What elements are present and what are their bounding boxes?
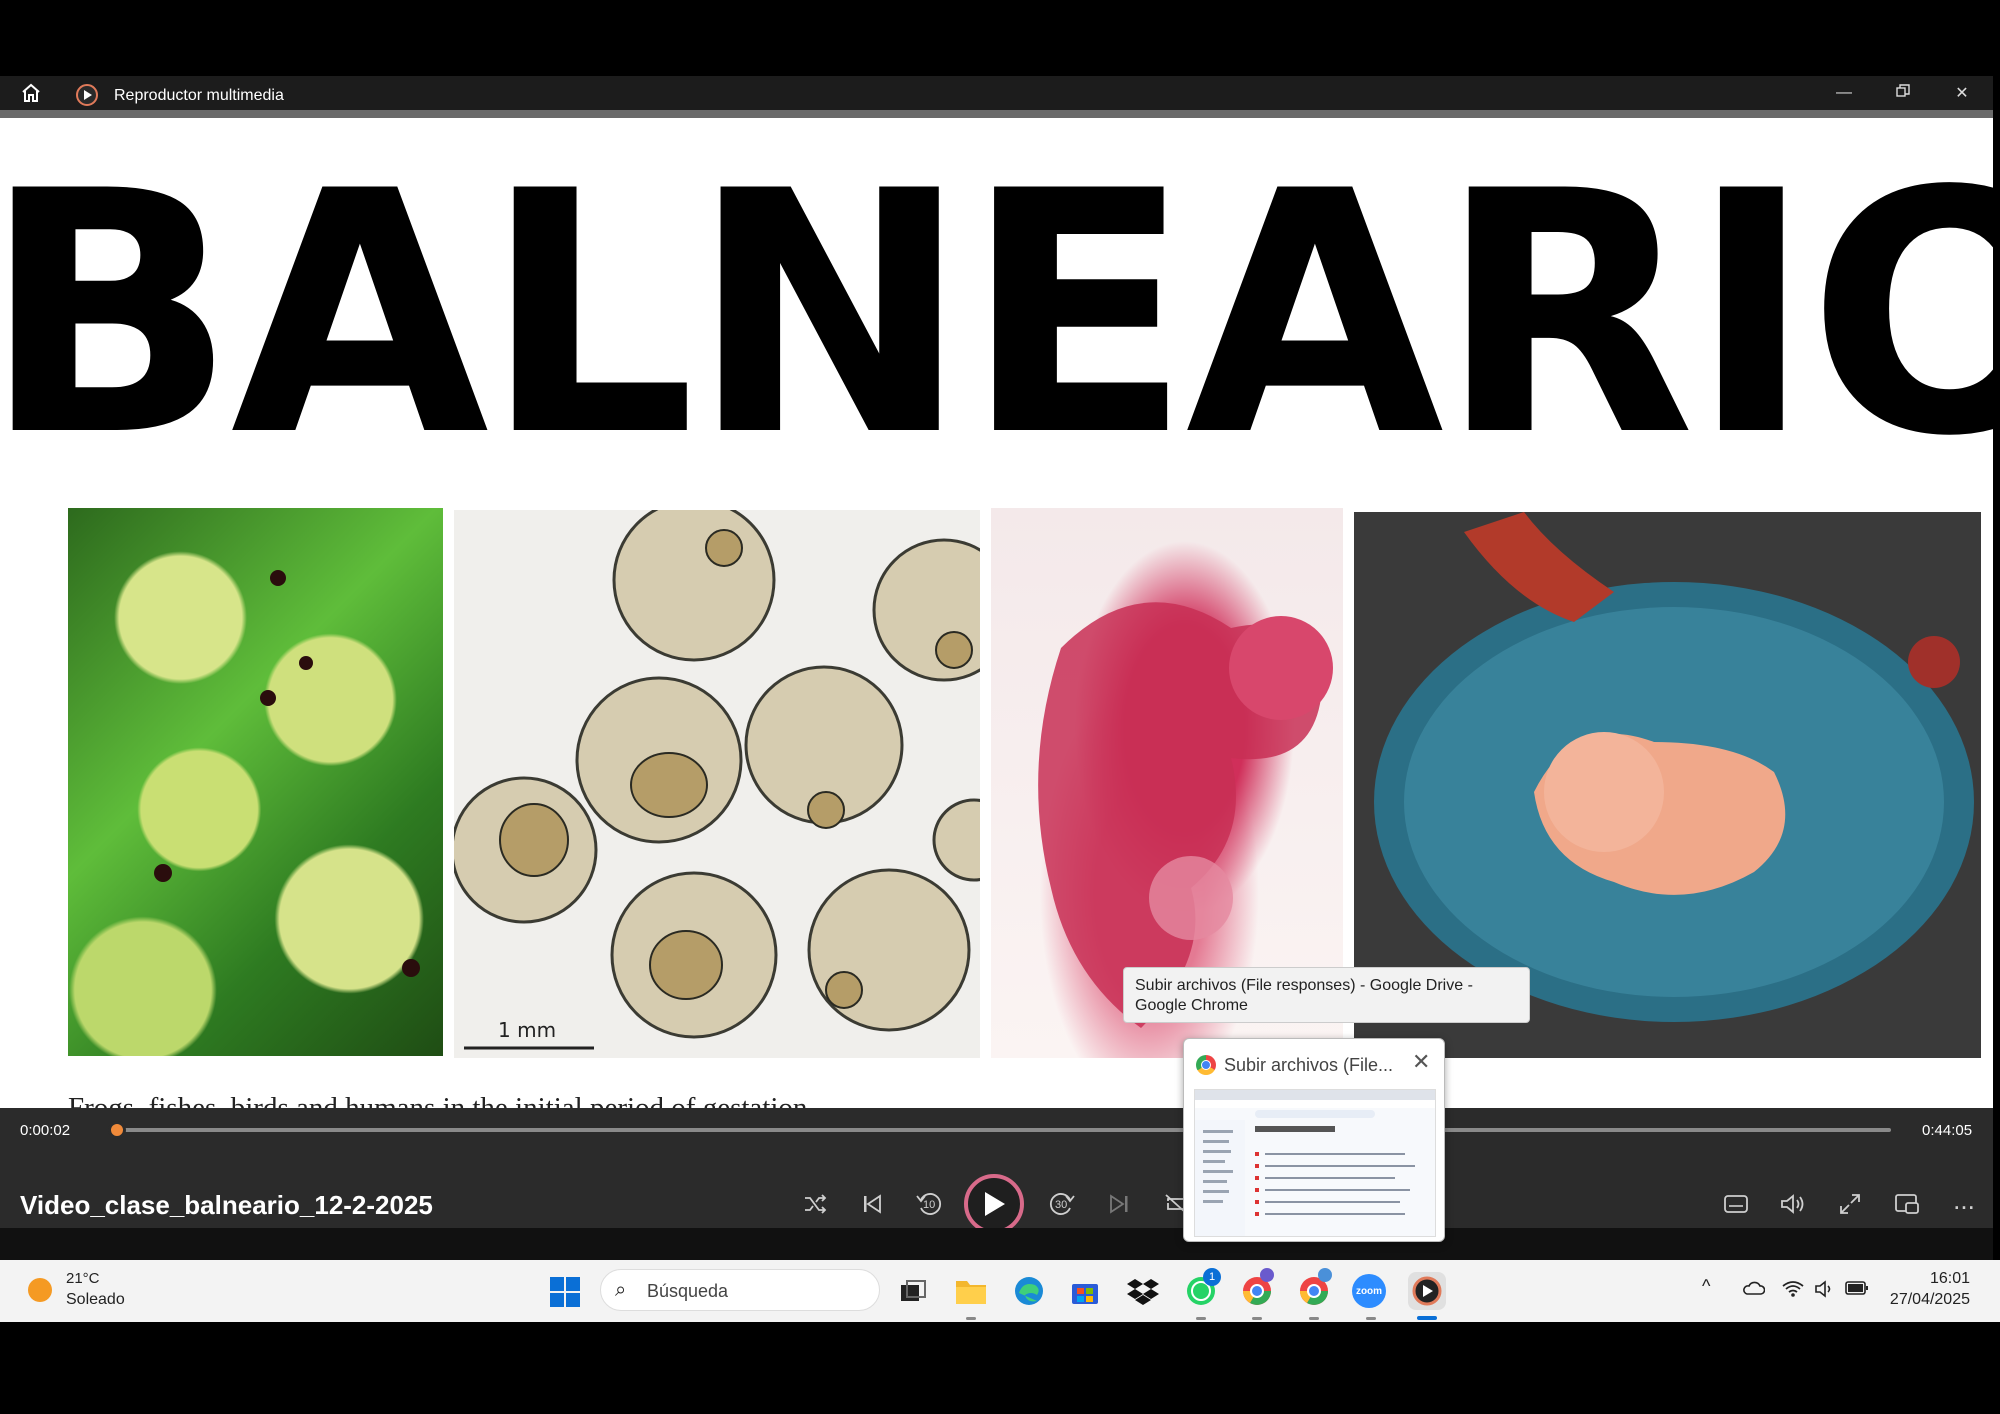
slide-caption: Frogs, fishes, birds and humans in the i…	[68, 1092, 815, 1108]
rewind-10-icon: 10	[915, 1190, 943, 1218]
onedrive-icon[interactable]	[1741, 1280, 1766, 1301]
previous-button[interactable]	[852, 1184, 892, 1224]
home-icon[interactable]	[20, 83, 42, 108]
windows-logo-icon	[550, 1277, 580, 1307]
rewind-10-button[interactable]: 10	[909, 1184, 949, 1224]
zoom-button[interactable]: zoom	[1352, 1274, 1386, 1308]
close-icon: ✕	[1955, 85, 1969, 102]
tray-overflow-icon[interactable]: ^	[1702, 1276, 1710, 1297]
seek-bar[interactable]	[116, 1128, 1891, 1132]
active-indicator	[1417, 1316, 1437, 1320]
weather-sun-icon[interactable]	[28, 1278, 52, 1302]
chrome-icon	[1196, 1055, 1216, 1075]
close-button[interactable]: ✕	[1939, 76, 1985, 110]
task-view-button[interactable]	[894, 1272, 932, 1310]
dropbox-icon	[1127, 1279, 1159, 1305]
file-explorer-button[interactable]	[952, 1272, 990, 1310]
running-indicator	[1196, 1317, 1206, 1320]
seek-thumb[interactable]	[108, 1121, 127, 1139]
edge-icon	[1015, 1277, 1043, 1305]
preview-title: Subir archivos (File...	[1224, 1055, 1394, 1075]
restore-button[interactable]	[1880, 76, 1926, 110]
shuffle-icon	[805, 1194, 827, 1214]
subtitles-icon	[1724, 1195, 1748, 1213]
taskbar-tooltip: Subir archivos (File responses) - Google…	[1123, 967, 1530, 1023]
next-icon	[1110, 1194, 1128, 1214]
forward-30-icon: 30	[1048, 1190, 1076, 1218]
running-indicator	[1366, 1317, 1376, 1320]
chrome-profile-badge	[1318, 1268, 1332, 1282]
current-time: 0:00:02	[20, 1122, 71, 1139]
subtitles-button[interactable]	[1716, 1184, 1756, 1224]
forward-30-label: 30	[1055, 1199, 1068, 1211]
dropbox-button[interactable]	[1124, 1272, 1162, 1310]
edge-button[interactable]	[1010, 1272, 1048, 1310]
window-title: Reproductor multimedia	[114, 87, 284, 104]
player-bottom-strip	[0, 1228, 1993, 1260]
player-controls: 0:00:02 0:44:05 Video_clase_balneario_12…	[0, 1108, 1993, 1234]
minimize-button[interactable]: —	[1821, 76, 1867, 110]
battery-icon[interactable]	[1845, 1280, 1869, 1301]
taskbar: 21°C Soleado ⌕ Búsqueda 1 zoom ^ 16:01 2…	[0, 1260, 2000, 1322]
task-view-icon	[901, 1280, 926, 1301]
video-frame[interactable]: BALNEARIOS 1 mm	[0, 118, 1993, 1108]
slide-title: BALNEARIOS	[0, 120, 1993, 509]
restore-icon	[1896, 83, 1910, 103]
shuffle-button[interactable]	[795, 1184, 835, 1224]
more-options-icon: ...	[1953, 1184, 1975, 1215]
more-options-button[interactable]: ...	[1944, 1180, 1984, 1220]
search-box[interactable]: ⌕ Búsqueda	[600, 1269, 880, 1311]
play-button[interactable]	[964, 1174, 1024, 1234]
weather-temp[interactable]: 21°C	[66, 1270, 100, 1287]
mini-player-button[interactable]	[1887, 1184, 1927, 1224]
volume-button[interactable]	[1773, 1184, 1813, 1224]
window-preview[interactable]: Subir archivos (File... ✕	[1183, 1038, 1445, 1242]
zoom-icon: zoom	[1355, 1285, 1383, 1297]
start-button[interactable]	[550, 1277, 580, 1307]
total-time: 0:44:05	[1922, 1122, 1973, 1139]
media-player-taskbar-button[interactable]	[1408, 1272, 1446, 1310]
weather-desc[interactable]: Soleado	[66, 1291, 125, 1309]
wifi-icon[interactable]	[1782, 1280, 1804, 1303]
fullscreen-button[interactable]	[1830, 1184, 1870, 1224]
running-indicator	[1309, 1317, 1319, 1320]
previous-icon	[864, 1194, 881, 1214]
mini-player-icon	[1895, 1194, 1919, 1214]
running-indicator	[966, 1317, 976, 1320]
clock-date[interactable]: 27/04/2025	[1870, 1291, 1970, 1309]
scale-bar-label: 1 mm	[498, 1018, 557, 1042]
video-title: Video_clase_balneario_12-2-2025	[20, 1190, 433, 1220]
rewind-10-label: 10	[923, 1199, 936, 1211]
media-player-icon	[76, 84, 98, 111]
preview-image	[1194, 1089, 1436, 1237]
whatsapp-badge: 1	[1203, 1268, 1221, 1286]
forward-30-button[interactable]: 30	[1042, 1184, 1082, 1224]
next-button[interactable]	[1099, 1184, 1139, 1224]
play-icon	[985, 1192, 1005, 1216]
store-button[interactable]	[1066, 1272, 1104, 1310]
store-icon	[1072, 1284, 1098, 1304]
search-placeholder: Búsqueda	[647, 1281, 729, 1301]
fullscreen-icon	[1840, 1194, 1860, 1214]
clock-time[interactable]: 16:01	[1870, 1270, 1970, 1288]
volume-tray-icon[interactable]	[1814, 1280, 1836, 1303]
folder-icon	[956, 1281, 986, 1304]
search-icon: ⌕	[615, 1279, 627, 1301]
fish-embryos-image: 1 mm	[454, 510, 980, 1058]
title-bar: Reproductor multimedia — ✕	[0, 76, 1993, 110]
running-indicator	[1252, 1317, 1262, 1320]
title-divider	[0, 110, 1993, 118]
chrome-profile-badge	[1260, 1268, 1274, 1282]
preview-close-icon[interactable]: ✕	[1412, 1049, 1430, 1075]
minimize-icon: —	[1836, 84, 1852, 101]
media-player-icon	[1412, 1276, 1442, 1306]
frog-embryos-image	[68, 508, 443, 1056]
volume-icon	[1781, 1194, 1804, 1214]
